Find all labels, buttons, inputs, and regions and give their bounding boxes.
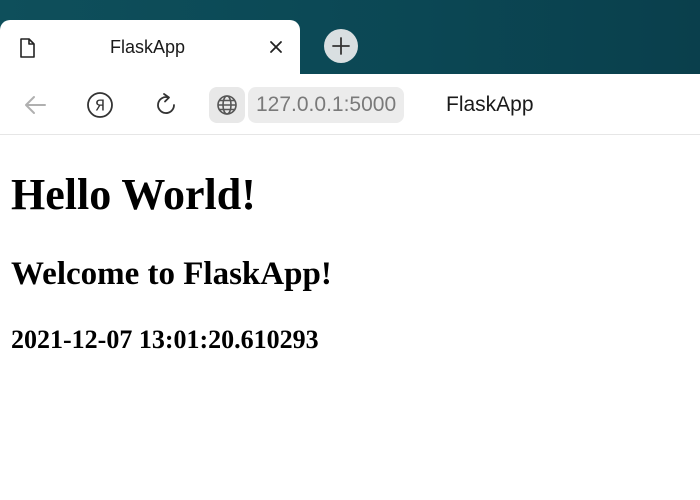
tab-flaskapp[interactable]: FlaskApp bbox=[0, 20, 300, 74]
tab-title: FlaskApp bbox=[110, 37, 186, 57]
reload-icon[interactable] bbox=[152, 91, 180, 119]
page-title-label: FlaskApp bbox=[446, 93, 534, 116]
back-arrow-icon[interactable] bbox=[21, 91, 49, 119]
new-tab-button[interactable] bbox=[324, 29, 358, 63]
page-content: Hello World! Welcome to FlaskApp! 2021-1… bbox=[0, 135, 700, 500]
tab-strip: FlaskApp bbox=[0, 0, 700, 74]
browser-toolbar: Я 127.0.0.1:5000 FlaskApp bbox=[0, 74, 700, 135]
close-icon[interactable] bbox=[266, 37, 286, 57]
heading-welcome: Welcome to FlaskApp! bbox=[11, 256, 332, 292]
heading-hello: Hello World! bbox=[11, 170, 256, 219]
address-bar[interactable]: 127.0.0.1:5000 bbox=[248, 87, 405, 123]
svg-text:Я: Я bbox=[95, 97, 105, 115]
timestamp-heading: 2021-12-07 13:01:20.610293 bbox=[11, 325, 319, 354]
document-icon bbox=[19, 38, 35, 58]
yandex-icon[interactable]: Я bbox=[86, 91, 114, 119]
plus-icon bbox=[332, 37, 350, 55]
globe-icon[interactable] bbox=[209, 87, 245, 123]
